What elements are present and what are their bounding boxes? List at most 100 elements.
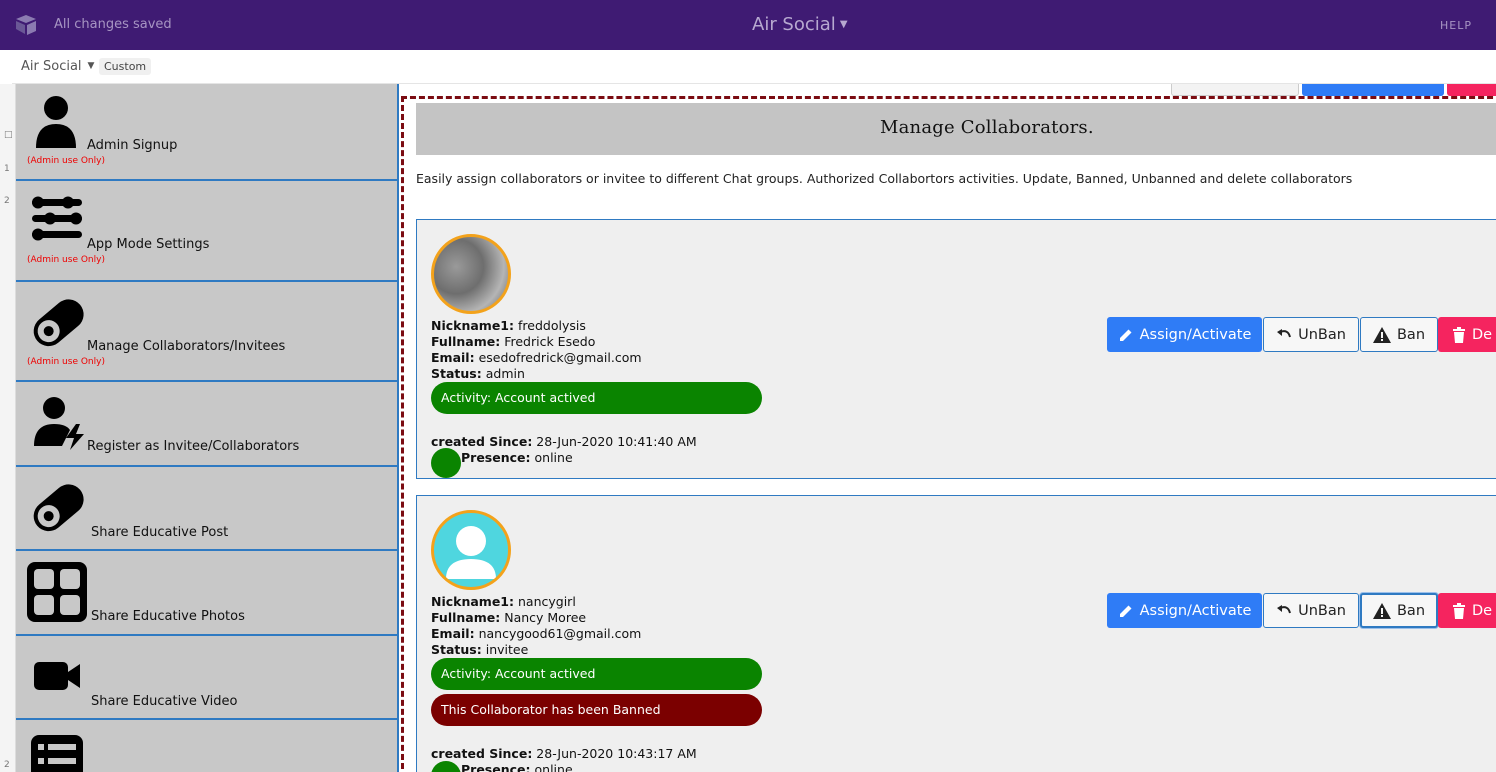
banned-badge: This Collaborator has been Banned bbox=[431, 694, 762, 726]
get-started-button[interactable] bbox=[1171, 84, 1299, 96]
avatar bbox=[431, 234, 511, 314]
collaborator-card: Nickname1: nancygirl Fullname: Nancy Mor… bbox=[416, 495, 1496, 772]
chevron-down-icon: ▼ bbox=[87, 61, 95, 71]
video-icon bbox=[34, 662, 80, 690]
status-value: admin bbox=[485, 366, 525, 381]
presence-indicator bbox=[431, 448, 461, 478]
page-title: Manage Collaborators. bbox=[880, 117, 1094, 138]
main-panel: Manage Collaborators. Easily assign coll… bbox=[399, 84, 1496, 772]
base-title: Air Social bbox=[752, 14, 836, 35]
top-bar: All changes saved Air Social ▼ HELP bbox=[0, 0, 1496, 50]
sidebar-item-label: Share Educative Photos bbox=[91, 609, 245, 624]
email-row: Email: nancygood61@gmail.com bbox=[431, 626, 642, 641]
sidebar-item-label: Share Educative Video bbox=[91, 694, 238, 709]
unban-button[interactable]: UnBan bbox=[1263, 317, 1359, 352]
gutter-mark: 2 bbox=[4, 760, 10, 770]
sidebar-item-label: Manage Collaborators/Invitees bbox=[87, 339, 286, 354]
fullname-value: Fredrick Esedo bbox=[504, 334, 596, 349]
gutter-mark: 2 bbox=[4, 196, 10, 206]
sidebar-item-label: Share Educative Post bbox=[91, 525, 229, 540]
sidebar-item-label: Admin Signup bbox=[87, 138, 178, 153]
delete-button[interactable]: De bbox=[1438, 317, 1496, 352]
status-row: Status: invitee bbox=[431, 642, 529, 657]
ban-button[interactable]: Ban bbox=[1360, 593, 1438, 628]
sidebar-item-share-post[interactable]: Share Educative Post bbox=[16, 467, 397, 551]
user-icon bbox=[36, 96, 76, 148]
unban-button[interactable]: UnBan bbox=[1263, 593, 1359, 628]
trash-icon bbox=[1453, 326, 1465, 343]
created-value: 28-Jun-2020 10:41:40 AM bbox=[536, 434, 697, 449]
sidebar-item-label: Register as Invitee/Collaborators bbox=[87, 439, 300, 454]
top-delete-button[interactable] bbox=[1447, 84, 1496, 96]
presence-value: online bbox=[534, 450, 573, 465]
gutter-mark: 1 bbox=[4, 164, 10, 174]
ban-button[interactable]: Ban bbox=[1360, 317, 1438, 352]
interface-name: Air Social bbox=[21, 59, 82, 74]
sidebar-item-manage-collaborators[interactable]: Manage Collaborators/Invitees (Admin use… bbox=[16, 282, 397, 382]
fullname-value: Nancy Moree bbox=[504, 610, 587, 625]
presence-value: online bbox=[534, 762, 573, 772]
fullname-row: Fullname: Fredrick Esedo bbox=[431, 334, 596, 349]
admin-only-note: (Admin use Only) bbox=[27, 255, 105, 265]
nickname-value: freddolysis bbox=[518, 318, 586, 333]
fullname-row: Fullname: Nancy Moree bbox=[431, 610, 587, 625]
sidebar-item-label: App Mode Settings bbox=[87, 237, 210, 252]
email-row: Email: esedofredrick@gmail.com bbox=[431, 350, 642, 365]
created-row: created Since: 28-Jun-2020 10:43:17 AM bbox=[431, 746, 697, 761]
warning-icon bbox=[1372, 326, 1391, 343]
pencil-icon bbox=[1119, 605, 1132, 617]
presence-row: Presence: online bbox=[461, 450, 573, 465]
help-link[interactable]: HELP bbox=[1440, 19, 1472, 32]
sidebar-item-register-invitee[interactable]: Register as Invitee/Collaborators bbox=[16, 382, 397, 467]
avatar bbox=[431, 510, 511, 590]
interface-bar: Air Social ▼ Custom bbox=[12, 50, 1496, 84]
assign-activate-button[interactable]: Assign/Activate bbox=[1107, 593, 1262, 628]
trash-icon bbox=[1453, 602, 1465, 619]
created-row: created Since: 28-Jun-2020 10:41:40 AM bbox=[431, 434, 697, 449]
activity-badge: Activity: Account actived bbox=[431, 382, 762, 414]
chevron-down-icon: ▼ bbox=[839, 19, 848, 30]
save-status: All changes saved bbox=[54, 17, 172, 32]
sidebar-item-more[interactable] bbox=[16, 720, 397, 772]
page-intro: Easily assign collaborators or invitee t… bbox=[416, 171, 1353, 186]
user-bolt-icon bbox=[34, 397, 84, 450]
delete-button[interactable]: De bbox=[1438, 593, 1496, 628]
sidebar-item-share-video[interactable]: Share Educative Video bbox=[16, 636, 397, 720]
activity-badge: Activity: Account actived bbox=[431, 658, 762, 690]
base-title-menu[interactable]: Air Social ▼ bbox=[752, 14, 848, 35]
nickname-value: nancygirl bbox=[518, 594, 576, 609]
undo-icon bbox=[1277, 604, 1292, 613]
sidebar: Admin Signup (Admin use Only) App Mode S… bbox=[16, 84, 399, 772]
presence-indicator bbox=[431, 761, 461, 772]
warning-icon bbox=[1372, 602, 1391, 619]
interface-selector[interactable]: Air Social ▼ bbox=[21, 59, 94, 74]
nickname-row: Nickname1: freddolysis bbox=[431, 318, 586, 333]
custom-tag: Custom bbox=[99, 58, 152, 75]
status-row: Status: admin bbox=[431, 366, 525, 381]
default-avatar-icon bbox=[446, 526, 496, 579]
sliders-icon bbox=[32, 196, 82, 241]
admin-only-note: (Admin use Only) bbox=[27, 156, 105, 166]
admin-only-note: (Admin use Only) bbox=[27, 357, 105, 367]
collaborator-info: Nickname1: nancygirl Fullname: Nancy Mor… bbox=[431, 594, 641, 658]
list-icon bbox=[31, 735, 83, 772]
email-value: esedofredrick@gmail.com bbox=[478, 350, 642, 365]
go-online-button[interactable] bbox=[1302, 84, 1444, 96]
gutter-mark: □ bbox=[4, 130, 13, 140]
toggle-icon bbox=[33, 299, 84, 347]
airtable-logo-icon[interactable] bbox=[14, 14, 38, 36]
assign-activate-button[interactable]: Assign/Activate bbox=[1107, 317, 1262, 352]
page-header: Manage Collaborators. bbox=[416, 103, 1496, 155]
grid-icon bbox=[27, 562, 87, 622]
undo-icon bbox=[1277, 328, 1292, 337]
sidebar-item-app-mode-settings[interactable]: App Mode Settings (Admin use Only) bbox=[16, 181, 397, 282]
sidebar-item-share-photos[interactable]: Share Educative Photos bbox=[16, 551, 397, 636]
status-value: invitee bbox=[485, 642, 529, 657]
pencil-icon bbox=[1119, 329, 1132, 341]
toggle-icon bbox=[33, 484, 84, 532]
sidebar-item-admin-signup[interactable]: Admin Signup (Admin use Only) bbox=[16, 84, 397, 181]
collaborator-card: Nickname1: freddolysis Fullname: Fredric… bbox=[416, 219, 1496, 479]
app-window: All changes saved Air Social ▼ HELP Air S… bbox=[0, 0, 1496, 772]
left-gutter: □ 1 2 2 bbox=[0, 84, 16, 772]
nickname-row: Nickname1: nancygirl bbox=[431, 594, 576, 609]
